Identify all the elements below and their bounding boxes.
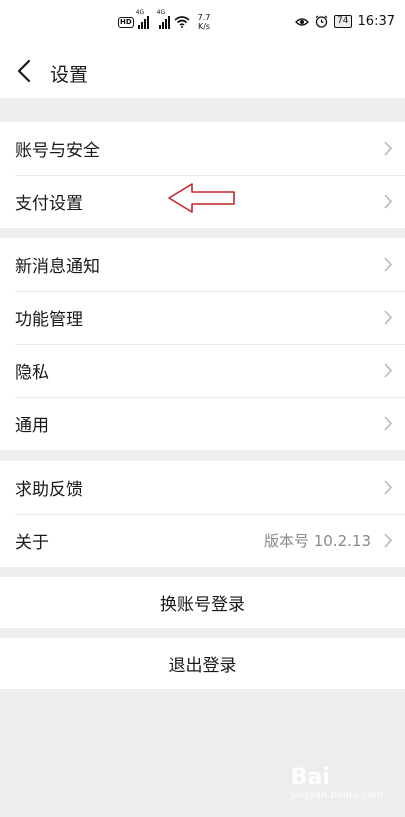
eye-icon [295, 17, 309, 26]
settings-item-about[interactable]: 关于 版本号 10.2.13 [0, 514, 405, 567]
clock: 16:37 [357, 14, 395, 29]
settings-item-label: 求助反馈 [15, 480, 83, 500]
chevron-right-icon [384, 480, 393, 495]
status-right: 74 16:37 [295, 14, 395, 29]
signal-icon: 4G [136, 9, 149, 29]
battery-indicator: 74 [334, 15, 352, 28]
settings-item-label: 支付设置 [15, 194, 83, 214]
watermark-logo: Bai jingyan.baidu.com [291, 765, 383, 801]
alarm-icon [315, 15, 328, 28]
watermark-text: Bai [290, 765, 330, 790]
switch-account-group: 换账号登录 [0, 577, 405, 628]
settings-item-feedback[interactable]: 求助反馈 [0, 461, 405, 514]
logout-group: 退出登录 [0, 638, 405, 689]
settings-group-general: 新消息通知 功能管理 隐私 通用 [0, 238, 405, 450]
settings-item-label: 通用 [15, 416, 49, 436]
settings-item-label: 关于 [15, 533, 49, 553]
network-speed: 7.7 K/s [198, 13, 211, 31]
hd-badge: HD [118, 16, 134, 28]
chevron-right-icon [384, 141, 393, 156]
settings-item-label: 隐私 [15, 363, 49, 383]
settings-item-general[interactable]: 通用 [0, 397, 405, 450]
signal-label: 4G [156, 9, 166, 16]
chevron-right-icon [384, 363, 393, 378]
status-bar: HD 4G 4G 7.7 K/s 74 16:37 [0, 0, 405, 46]
settings-item-privacy[interactable]: 隐私 [0, 344, 405, 397]
chevron-left-icon[interactable] [14, 58, 36, 84]
wifi-icon [174, 16, 190, 28]
chevron-right-icon [384, 533, 393, 548]
settings-item-label: 账号与安全 [15, 141, 100, 161]
annotation-arrow-icon [168, 183, 235, 213]
settings-item-account-security[interactable]: 账号与安全 [0, 122, 405, 175]
settings-item-notifications[interactable]: 新消息通知 [0, 238, 405, 291]
signal-icon: 4G [157, 9, 170, 29]
signal-label: 4G [135, 9, 145, 16]
settings-group-about: 求助反馈 关于 版本号 10.2.13 [0, 461, 405, 567]
version-value: 版本号 10.2.13 [263, 532, 371, 550]
settings-item-label: 功能管理 [15, 310, 83, 330]
settings-item-label: 新消息通知 [15, 257, 100, 277]
header: 设置 [0, 46, 405, 98]
speed-unit: K/s [197, 22, 211, 31]
switch-account-button[interactable]: 换账号登录 [0, 577, 405, 628]
status-left: HD 4G 4G 7.7 K/s [118, 9, 211, 34]
page-title: 设置 [50, 64, 89, 86]
chevron-right-icon [384, 194, 393, 209]
chevron-right-icon [384, 310, 393, 325]
settings-item-features[interactable]: 功能管理 [0, 291, 405, 344]
chevron-right-icon [384, 257, 393, 272]
watermark-sub: jingyan.baidu.com [290, 790, 383, 801]
logout-button[interactable]: 退出登录 [0, 638, 405, 689]
speed-value: 7.7 [197, 13, 211, 22]
chevron-right-icon [384, 416, 393, 431]
